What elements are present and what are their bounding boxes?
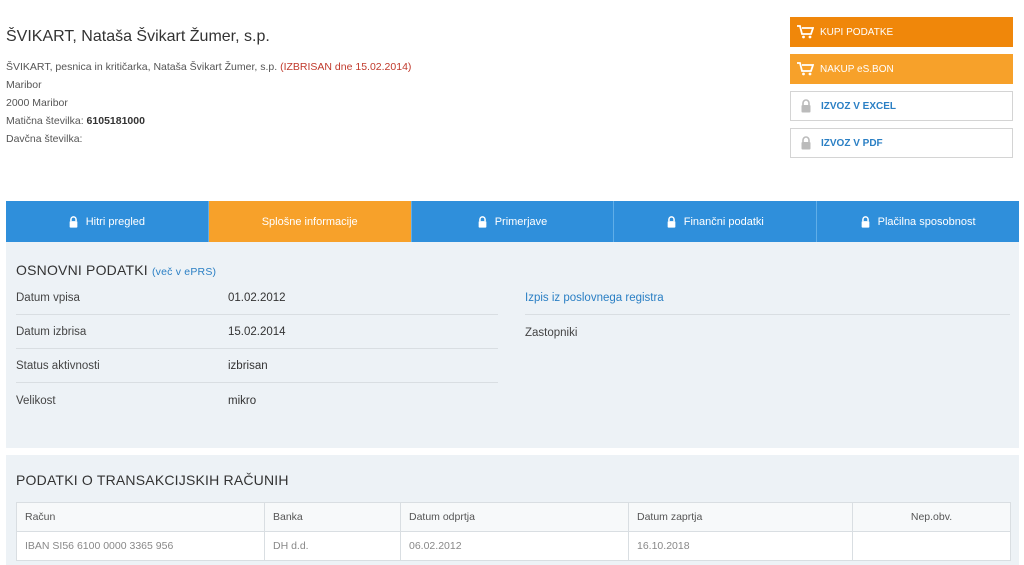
col-open-date: Datum odprtja xyxy=(400,502,629,532)
export-excel-button[interactable]: IZVOZ V EXCEL xyxy=(790,91,1013,121)
company-header: ŠVIKART, Nataša Švikart Žumer, s.p. ŠVIK… xyxy=(6,28,706,148)
tab-solvency[interactable]: Plačilna sposobnost xyxy=(817,201,1019,242)
buy-bon-button[interactable]: NAKUP eS.BON xyxy=(790,54,1013,84)
tab-quick-overview[interactable]: Hitri pregled xyxy=(6,201,209,242)
tab-comparisons[interactable]: Primerjave xyxy=(411,201,615,242)
col-unsettled: Nep.obv. xyxy=(852,502,1011,532)
buy-data-button[interactable]: KUPI PODATKE xyxy=(790,17,1013,47)
company-name: ŠVIKART, Nataša Švikart Žumer, s.p. xyxy=(6,28,270,45)
transactions-title: PODATKI O TRANSAKCIJSKIH RAČUNIH xyxy=(16,472,289,488)
lock-icon xyxy=(791,136,821,150)
company-postal: 2000 Maribor xyxy=(6,97,68,109)
lock-icon xyxy=(791,99,821,113)
eprs-link[interactable]: (več v ePRS) xyxy=(152,266,216,278)
company-tax-number: Davčna številka: xyxy=(6,133,83,145)
lock-icon xyxy=(69,215,78,228)
col-close-date: Datum zaprtja xyxy=(628,502,853,532)
lock-icon xyxy=(861,215,870,228)
transactions-panel: PODATKI O TRANSAKCIJSKIH RAČUNIH Račun B… xyxy=(6,455,1019,565)
kv-row: Velikost mikro xyxy=(16,394,257,407)
actions-panel: KUPI PODATKE NAKUP eS.BON IZVOZ V EXCEL … xyxy=(790,17,1013,165)
col-bank: Banka xyxy=(264,502,401,532)
tab-bar: Hitri pregled Splošne informacije Primer… xyxy=(6,201,1019,242)
agents-row: Zastopniki xyxy=(525,316,1010,349)
status-note: (IZBRISAN dne 15.02.2014) xyxy=(280,61,412,73)
tab-general-info[interactable]: Splošne informacije xyxy=(208,201,412,242)
table-row: IBAN SI56 6100 0000 3365 956 DH d.d. 06.… xyxy=(16,531,1011,561)
lock-icon xyxy=(478,215,487,228)
cart-icon xyxy=(790,25,820,39)
register-extract-link[interactable]: Izpis iz poslovnega registra xyxy=(525,292,664,304)
kv-row: Status aktivnosti izbrisan xyxy=(16,350,498,383)
company-city: Maribor xyxy=(6,79,42,91)
basic-data-title: OSNOVNI PODATKI (več v ePRS) xyxy=(16,262,217,278)
lock-icon xyxy=(667,215,676,228)
agents-label: Zastopniki xyxy=(525,326,578,339)
transactions-table: Račun Banka Datum odprtja Datum zaprtja … xyxy=(16,502,1011,561)
table-header-row: Račun Banka Datum odprtja Datum zaprtja … xyxy=(16,502,1011,532)
cart-icon xyxy=(790,62,820,76)
company-full-name: ŠVIKART, pesnica in kritičarka, Nataša Š… xyxy=(6,61,412,73)
company-reg-number: Matična številka: 6105181000 xyxy=(6,115,145,127)
tab-financial-data[interactable]: Finančni podatki xyxy=(614,201,818,242)
register-extract-row: Izpis iz poslovnega registra xyxy=(525,282,1010,315)
col-account: Račun xyxy=(16,502,265,532)
kv-row: Datum izbrisa 15.02.2014 xyxy=(16,316,498,349)
kv-row: Datum vpisa 01.02.2012 xyxy=(16,282,498,315)
basic-data-panel: OSNOVNI PODATKI (več v ePRS) Datum vpisa… xyxy=(6,242,1019,448)
export-pdf-button[interactable]: IZVOZ V PDF xyxy=(790,128,1013,158)
